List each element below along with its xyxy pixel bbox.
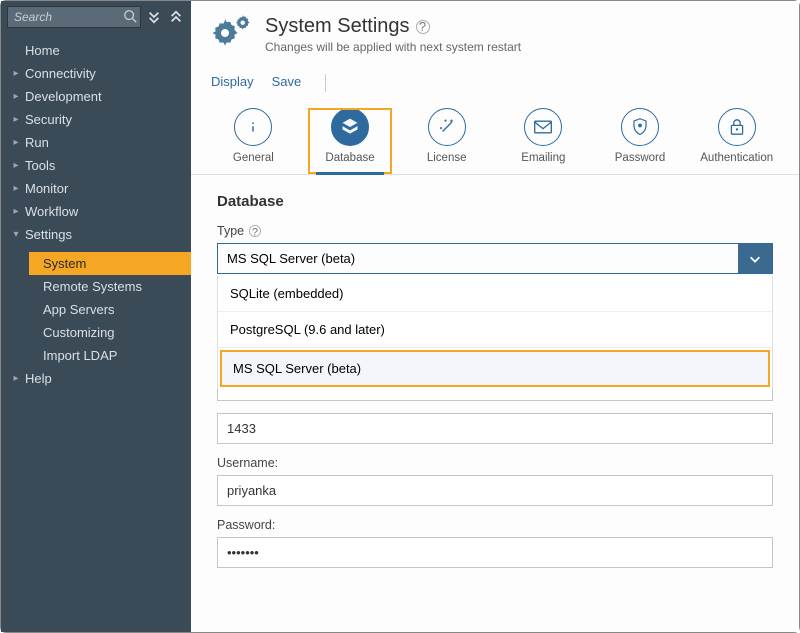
field-port [217, 413, 773, 444]
wand-icon [438, 118, 456, 136]
type-option-sqlite[interactable]: SQLite (embedded) [218, 276, 772, 312]
sidebar-item-connectivity[interactable]: ▸Connectivity [1, 62, 191, 85]
username-label: Username: [217, 456, 773, 470]
sidebar-item-workflow[interactable]: ▸Workflow [1, 200, 191, 223]
section-title-database: Database [217, 193, 773, 210]
caret-icon: ▸ [11, 63, 21, 84]
password-input[interactable] [217, 537, 773, 568]
tab-database[interactable]: Database [308, 108, 393, 174]
nav-tree: Home ▸Connectivity ▸Development ▸Securit… [1, 33, 191, 390]
sidebar-item-remote-systems[interactable]: Remote Systems [29, 275, 191, 298]
sidebar-item-development[interactable]: ▸Development [1, 85, 191, 108]
sidebar-item-run[interactable]: ▸Run [1, 131, 191, 154]
caret-icon: ▸ [11, 178, 21, 199]
toolbar-separator [325, 74, 326, 92]
type-select-value: MS SQL Server (beta) [218, 244, 738, 273]
tab-emailing[interactable]: Emailing [501, 108, 586, 174]
search-input[interactable] [7, 6, 141, 28]
caret-icon: ▸ [11, 132, 21, 153]
page-subtitle: Changes will be applied with next system… [265, 40, 521, 54]
tab-general[interactable]: General [211, 108, 296, 174]
settings-gears-icon [209, 15, 251, 51]
sidebar-item-help[interactable]: ▸Help [1, 367, 191, 390]
caret-icon: ▸ [11, 86, 21, 107]
caret-down-icon: ▾ [11, 224, 21, 245]
type-dropdown: SQLite (embedded) PostgreSQL (9.6 and la… [217, 276, 773, 389]
sidebar-item-import-ldap[interactable]: Import LDAP [29, 344, 191, 367]
expand-all-icon[interactable] [145, 7, 163, 27]
sidebar-item-app-servers[interactable]: App Servers [29, 298, 191, 321]
caret-icon: ▸ [11, 201, 21, 222]
tab-password[interactable]: Password [598, 108, 683, 174]
sidebar-item-security[interactable]: ▸Security [1, 108, 191, 131]
info-icon [244, 118, 262, 136]
field-password: Password: [217, 518, 773, 568]
type-option-mssql[interactable]: MS SQL Server (beta) [220, 350, 770, 387]
sidebar-item-monitor[interactable]: ▸Monitor [1, 177, 191, 200]
tab-bar: General Database License Emailing Passwo… [191, 98, 799, 175]
sidebar-item-system[interactable]: System [29, 252, 191, 275]
field-username: Username: [217, 456, 773, 506]
shield-icon [631, 117, 649, 137]
mail-icon [533, 119, 553, 135]
password-label: Password: [217, 518, 773, 532]
help-icon[interactable]: ? [416, 20, 430, 34]
username-input[interactable] [217, 475, 773, 506]
type-select[interactable]: MS SQL Server (beta) [217, 243, 773, 274]
type-label: Type [217, 224, 244, 238]
collapse-all-icon[interactable] [167, 7, 185, 27]
field-type: Type ? MS SQL Server (beta) SQLite (embe… [217, 224, 773, 274]
page-title: System Settings ? [265, 15, 521, 38]
port-input[interactable] [217, 413, 773, 444]
lock-icon [729, 117, 745, 137]
type-option-postgresql[interactable]: PostgreSQL (9.6 and later) [218, 312, 772, 348]
display-button[interactable]: Display [211, 74, 254, 92]
main: System Settings ? Changes will be applie… [191, 1, 799, 632]
chevron-down-icon[interactable] [738, 244, 772, 273]
tab-license[interactable]: License [404, 108, 489, 174]
sidebar-item-home[interactable]: Home [1, 39, 191, 62]
database-icon [340, 117, 360, 137]
search-icon[interactable] [123, 9, 137, 23]
help-icon[interactable]: ? [249, 225, 261, 237]
save-button[interactable]: Save [272, 74, 302, 92]
sidebar: Home ▸Connectivity ▸Development ▸Securit… [1, 1, 191, 632]
tab-authentication[interactable]: Authentication [694, 108, 779, 174]
caret-icon: ▸ [11, 155, 21, 176]
sidebar-item-customizing[interactable]: Customizing [29, 321, 191, 344]
sidebar-item-tools[interactable]: ▸Tools [1, 154, 191, 177]
sidebar-item-settings[interactable]: ▾Settings [1, 223, 191, 246]
caret-icon: ▸ [11, 368, 21, 389]
caret-icon: ▸ [11, 109, 21, 130]
